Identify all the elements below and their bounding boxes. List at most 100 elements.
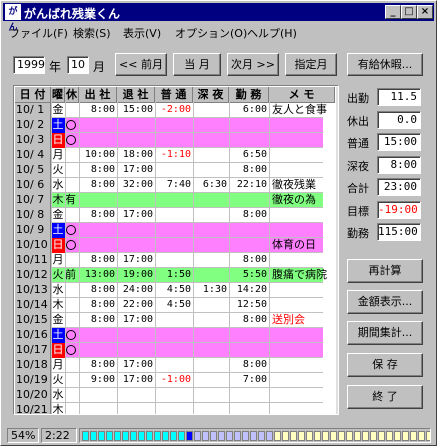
cell-rest[interactable] <box>65 223 79 238</box>
cell-in[interactable] <box>79 343 117 358</box>
cell-memo[interactable] <box>269 373 335 388</box>
table-row[interactable]: 10/14 木 8:00 22:00 4:50 12:50 <box>15 298 323 313</box>
cell-memo[interactable] <box>269 253 335 268</box>
cell-work[interactable]: 12:50 <box>229 298 269 313</box>
cell-in[interactable]: 8:00 <box>79 313 117 328</box>
cell-normal[interactable]: 4:50 <box>155 283 193 298</box>
table-row[interactable]: 10/ 4 月 10:00 18:00 -1:10 6:50 <box>15 148 323 163</box>
cell-work[interactable] <box>229 118 269 133</box>
cell-dow[interactable]: 火 <box>51 163 65 178</box>
table-row[interactable]: 10/10 日体育の日 <box>15 238 323 253</box>
cell-rest[interactable] <box>65 208 79 223</box>
cell-in[interactable]: 8:00 <box>79 283 117 298</box>
cell-in[interactable]: 10:00 <box>79 148 117 163</box>
cell-out[interactable] <box>117 223 155 238</box>
cell-in[interactable] <box>79 193 117 208</box>
cell-out[interactable] <box>117 328 155 343</box>
cell-dow[interactable]: 土 <box>51 118 65 133</box>
cell-work[interactable]: 6:50 <box>229 148 269 163</box>
cell-rest[interactable] <box>65 103 79 118</box>
cell-date[interactable]: 10/21 <box>15 403 51 414</box>
cell-date[interactable]: 10/14 <box>15 298 51 313</box>
cell-rest[interactable] <box>65 388 79 403</box>
cell-out[interactable]: 22:00 <box>117 298 155 313</box>
cell-memo[interactable]: 送別会 <box>269 313 335 328</box>
table-row[interactable]: 10/17 日 <box>15 343 323 358</box>
cell-memo[interactable]: 徹夜残業 <box>269 178 335 193</box>
cell-work[interactable] <box>229 388 269 403</box>
cell-in[interactable]: 9:00 <box>79 373 117 388</box>
cell-work[interactable] <box>229 343 269 358</box>
grid-scrollbar[interactable] <box>336 87 338 414</box>
cell-normal[interactable]: 4:50 <box>155 298 193 313</box>
cell-work[interactable] <box>229 133 269 148</box>
cell-date[interactable]: 10/ 8 <box>15 208 51 223</box>
cell-memo[interactable] <box>269 133 335 148</box>
table-row[interactable]: 10/12 火前 13:00 19:00 1:50 5:50 腹痛で病院 <box>15 268 327 283</box>
cell-date[interactable]: 10/ 7 <box>15 193 51 208</box>
cell-date[interactable]: 10/12 <box>15 268 51 283</box>
cell-in[interactable]: 8:00 <box>79 103 117 118</box>
cell-out[interactable] <box>117 193 155 208</box>
cell-normal[interactable] <box>155 193 193 208</box>
cell-dow[interactable]: 日 <box>51 133 65 148</box>
cell-date[interactable]: 10/ 9 <box>15 223 51 238</box>
cell-rest[interactable] <box>65 298 79 313</box>
cell-out[interactable]: 15:00 <box>117 103 155 118</box>
cell-dow[interactable]: 火 <box>51 268 65 283</box>
cell-memo[interactable]: 友人と食事 <box>269 103 335 118</box>
cell-memo[interactable] <box>269 223 335 238</box>
cell-out[interactable]: 17:00 <box>117 208 155 223</box>
table-row[interactable]: 10/ 8 金 8:00 17:00 8:00 <box>15 208 323 223</box>
cell-date[interactable]: 10/15 <box>15 313 51 328</box>
cell-night[interactable] <box>193 118 229 133</box>
cell-normal[interactable] <box>155 133 193 148</box>
cell-work[interactable] <box>229 223 269 238</box>
cell-work[interactable] <box>229 238 269 253</box>
cell-out[interactable]: 17:00 <box>117 253 155 268</box>
cell-night[interactable] <box>193 358 229 373</box>
cell-out[interactable] <box>117 118 155 133</box>
cell-rest[interactable] <box>65 178 79 193</box>
cell-night[interactable] <box>193 208 229 223</box>
cell-out[interactable]: 19:00 <box>117 268 155 283</box>
cell-normal[interactable] <box>155 328 193 343</box>
cell-work[interactable] <box>229 403 269 414</box>
cell-memo[interactable]: 腹痛で病院 <box>269 268 335 283</box>
menu-help[interactable]: ヘルプ(H) <box>247 25 297 41</box>
cell-rest[interactable] <box>65 163 79 178</box>
cell-rest[interactable] <box>65 148 79 163</box>
cell-normal[interactable]: -2:00 <box>155 103 193 118</box>
cell-out[interactable] <box>117 343 155 358</box>
cell-night[interactable] <box>193 238 229 253</box>
cell-in[interactable] <box>79 403 117 414</box>
cell-memo[interactable] <box>269 118 335 133</box>
cell-dow[interactable]: 日 <box>51 238 65 253</box>
cell-normal[interactable] <box>155 403 193 414</box>
prev-month-button[interactable]: << 前月 <box>115 53 167 76</box>
cell-memo[interactable]: 体育の日 <box>269 238 335 253</box>
cell-work[interactable]: 22:10 <box>229 178 269 193</box>
cell-work[interactable]: 8:00 <box>229 313 269 328</box>
cell-rest[interactable] <box>65 253 79 268</box>
cell-in[interactable]: 8:00 <box>79 178 117 193</box>
cell-night[interactable] <box>193 373 229 388</box>
table-row[interactable]: 10/13 水 8:00 24:00 4:50 1:30 14:20 <box>15 283 323 298</box>
cell-in[interactable] <box>79 238 117 253</box>
cell-night[interactable] <box>193 103 229 118</box>
table-row[interactable]: 10/ 7 木有徹夜の為 <box>15 193 323 208</box>
cell-night[interactable] <box>193 313 229 328</box>
cell-night[interactable] <box>193 133 229 148</box>
cell-dow[interactable]: 金 <box>51 103 65 118</box>
cell-date[interactable]: 10/17 <box>15 343 51 358</box>
cell-rest[interactable]: 有 <box>65 193 79 208</box>
paid-leave-button[interactable]: 有給休暇... <box>347 53 423 76</box>
cell-work[interactable]: 8:00 <box>229 208 269 223</box>
cell-dow[interactable]: 月 <box>51 148 65 163</box>
cell-in[interactable] <box>79 118 117 133</box>
app-icon[interactable]: がん <box>5 4 21 33</box>
period-total-button[interactable]: 期間集計... <box>347 321 423 345</box>
cell-date[interactable]: 10/ 1 <box>15 103 51 118</box>
cell-in[interactable] <box>79 328 117 343</box>
cell-date[interactable]: 10/ 6 <box>15 178 51 193</box>
